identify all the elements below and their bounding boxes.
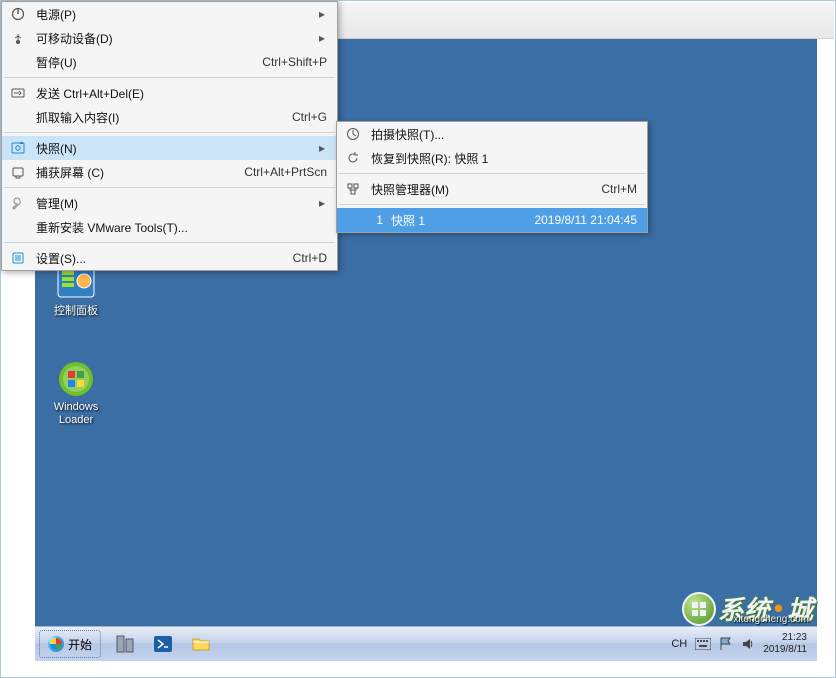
snapshot-icon bbox=[8, 140, 28, 156]
tray-keyboard-icon[interactable] bbox=[695, 638, 711, 650]
shortcut-label: Ctrl+Alt+PrtScn bbox=[244, 165, 327, 179]
clock-date: 2019/8/11 bbox=[763, 644, 807, 656]
submenu-arrow-icon: ▸ bbox=[317, 196, 327, 210]
app-window: 控制面板 WindowsLoader 系统 • 城 xitongcheng.co bbox=[0, 0, 836, 678]
clock-time: 21:23 bbox=[763, 632, 807, 644]
menu-item-send-cad[interactable]: 发送 Ctrl+Alt+Del(E) bbox=[2, 81, 337, 105]
menu-item-grab-input[interactable]: 抓取输入内容(I) Ctrl+G bbox=[2, 105, 337, 129]
system-tray: CH 21:23 2019/8/11 bbox=[665, 632, 817, 656]
menu-item-snapshot-manager[interactable]: 快照管理器(M) Ctrl+M bbox=[337, 177, 647, 201]
desktop-icon-control-panel[interactable]: 控制面板 bbox=[41, 263, 111, 318]
snapshot-submenu: 拍摄快照(T)... 恢复到快照(R): 快照 1 快照管理器(M) Ctrl+… bbox=[336, 121, 648, 233]
tray-clock[interactable]: 21:23 2019/8/11 bbox=[763, 632, 811, 656]
menu-item-pause[interactable]: 暂停(U) Ctrl+Shift+P bbox=[2, 50, 337, 74]
snapshot-index: 1 bbox=[371, 213, 383, 227]
usb-icon bbox=[8, 30, 28, 46]
send-key-icon bbox=[8, 85, 28, 101]
menu-item-snapshot[interactable]: 快照(N) ▸ bbox=[2, 136, 337, 160]
start-button[interactable]: 开始 bbox=[39, 630, 101, 658]
menu-item-take-snapshot[interactable]: 拍摄快照(T)... bbox=[337, 122, 647, 146]
shortcut-label: Ctrl+Shift+P bbox=[262, 55, 327, 69]
watermark-url: xitongcheng.com bbox=[733, 614, 809, 625]
taskbar-icon-server-manager[interactable] bbox=[111, 631, 139, 657]
settings-icon bbox=[8, 250, 28, 266]
taskbar: 开始 CH bbox=[35, 626, 817, 661]
menu-separator bbox=[4, 187, 335, 188]
windows-loader-icon bbox=[56, 359, 96, 399]
desktop-icon-windows-loader[interactable]: WindowsLoader bbox=[41, 359, 111, 427]
camera-icon bbox=[343, 126, 363, 142]
menu-item-manage[interactable]: 管理(M) ▸ bbox=[2, 191, 337, 215]
vm-context-menu: 电源(P) ▸ 可移动设备(D) ▸ 暂停(U) Ctrl+Shift+P 发送… bbox=[1, 1, 338, 271]
desktop-icon-label: 控制面板 bbox=[41, 305, 111, 318]
taskbar-icon-explorer[interactable] bbox=[187, 631, 215, 657]
capture-icon bbox=[8, 164, 28, 180]
desktop-icon-label: WindowsLoader bbox=[41, 401, 111, 427]
menu-item-capture-screen[interactable]: 捕获屏幕 (C) Ctrl+Alt+PrtScn bbox=[2, 160, 337, 184]
menu-item-reinstall-tools[interactable]: 重新安装 VMware Tools(T)... bbox=[2, 215, 337, 239]
snapshot-date: 2019/8/11 21:04:45 bbox=[534, 213, 637, 227]
manager-icon bbox=[343, 181, 363, 197]
submenu-arrow-icon: ▸ bbox=[317, 31, 327, 45]
ime-indicator[interactable]: CH bbox=[671, 638, 687, 650]
shortcut-label: Ctrl+D bbox=[293, 251, 327, 265]
wrench-icon bbox=[8, 195, 28, 211]
menu-separator bbox=[4, 242, 335, 243]
watermark-badge-icon bbox=[682, 592, 716, 626]
taskbar-icon-powershell[interactable] bbox=[149, 631, 177, 657]
menu-separator bbox=[339, 173, 645, 174]
shortcut-label: Ctrl+M bbox=[601, 182, 637, 196]
menu-item-removable-devices[interactable]: 可移动设备(D) ▸ bbox=[2, 26, 337, 50]
power-icon bbox=[8, 6, 28, 22]
menu-item-snapshot-entry[interactable]: 1 快照 1 2019/8/11 21:04:45 bbox=[337, 208, 647, 232]
menu-separator bbox=[4, 132, 335, 133]
start-label: 开始 bbox=[68, 636, 92, 653]
submenu-arrow-icon: ▸ bbox=[317, 141, 327, 155]
menu-item-revert-snapshot[interactable]: 恢复到快照(R): 快照 1 bbox=[337, 146, 647, 170]
menu-separator bbox=[4, 77, 335, 78]
shortcut-label: Ctrl+G bbox=[292, 110, 327, 124]
tray-volume-icon[interactable] bbox=[741, 637, 755, 651]
menu-item-settings[interactable]: 设置(S)... Ctrl+D bbox=[2, 246, 337, 270]
revert-icon bbox=[343, 150, 363, 166]
menu-item-power[interactable]: 电源(P) ▸ bbox=[2, 2, 337, 26]
menu-separator bbox=[339, 204, 645, 205]
windows-orb-icon bbox=[48, 636, 64, 652]
submenu-arrow-icon: ▸ bbox=[317, 7, 327, 21]
tray-flag-icon[interactable] bbox=[719, 637, 733, 651]
